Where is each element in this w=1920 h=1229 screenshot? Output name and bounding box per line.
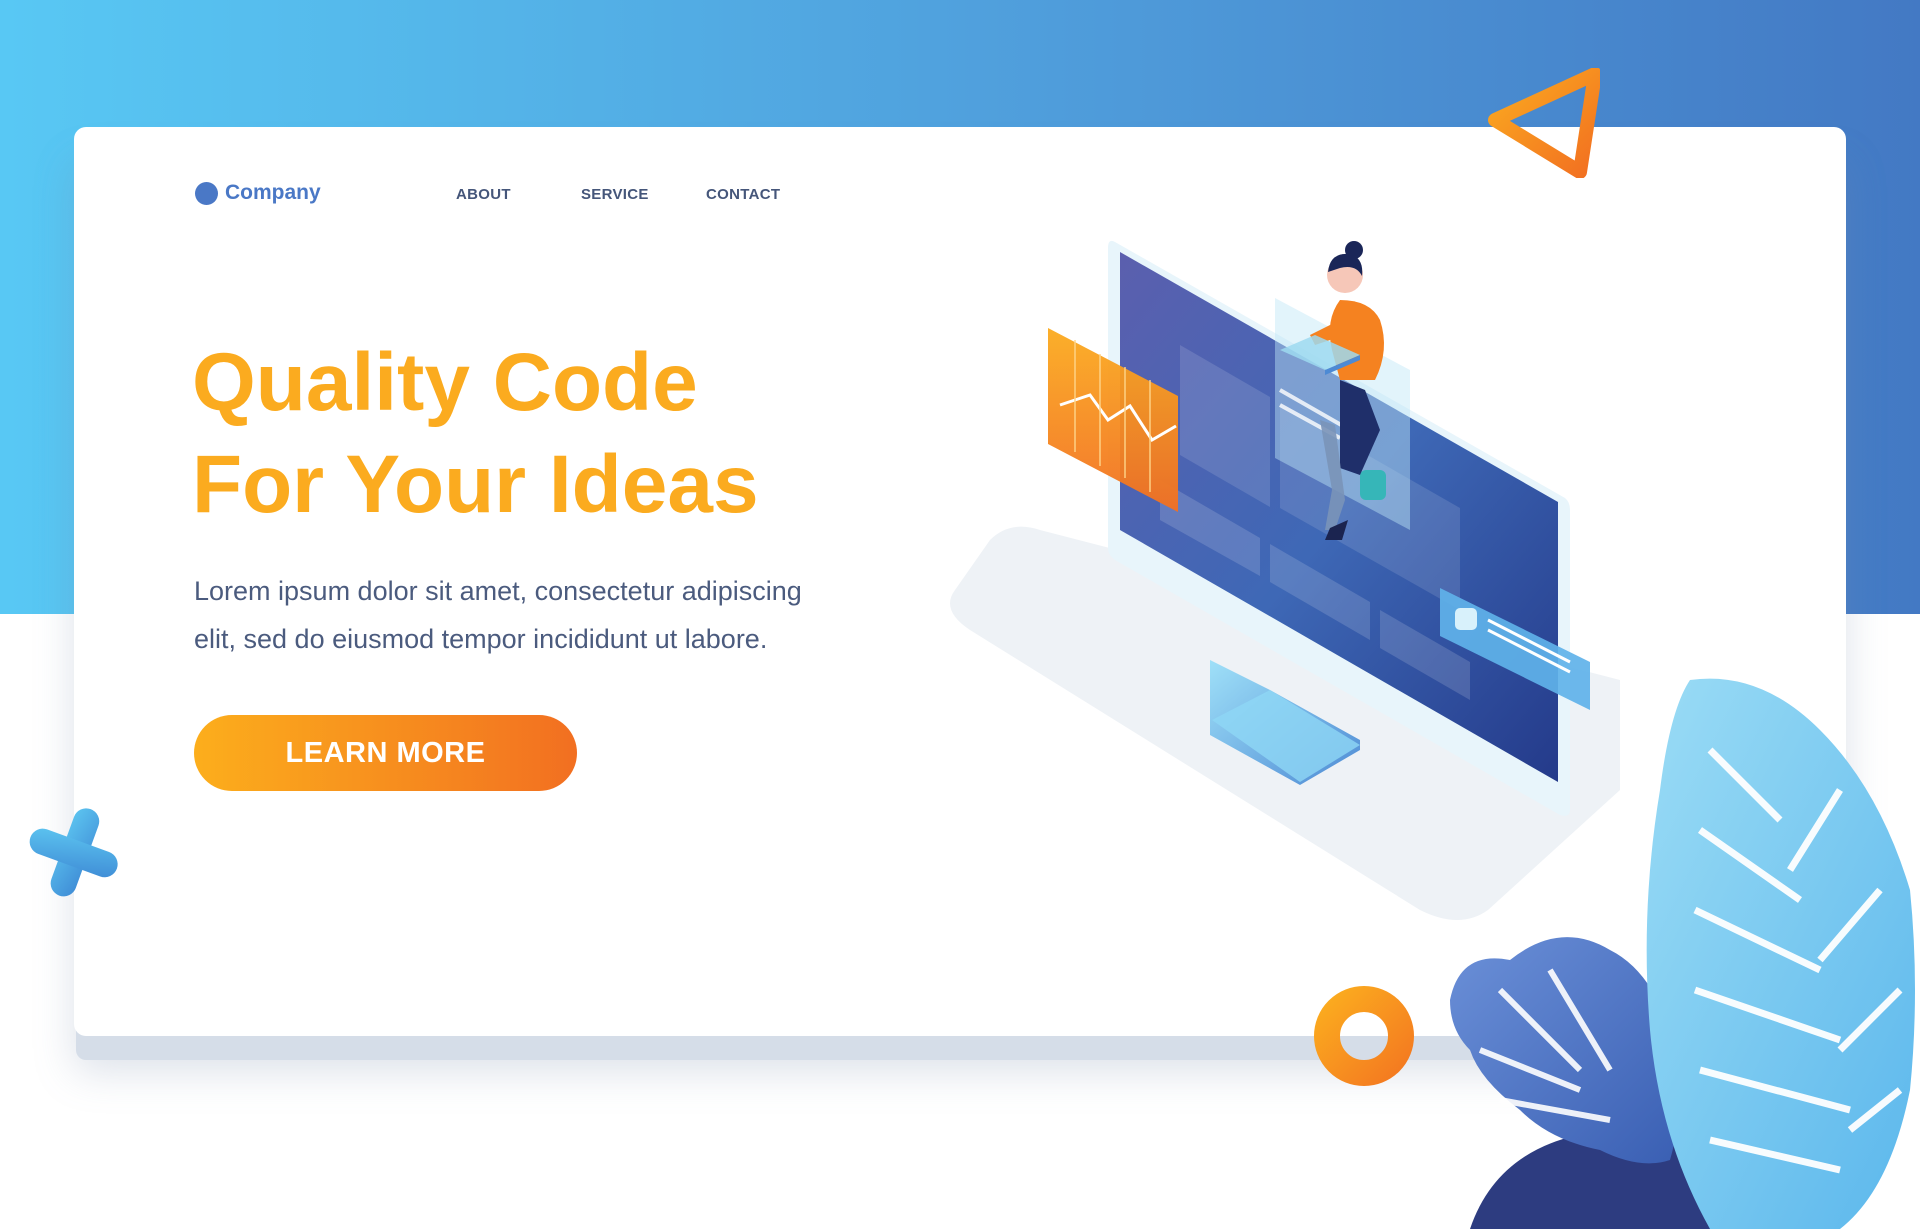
hero-subtitle: Lorem ipsum dolor sit amet, consectetur …	[194, 567, 874, 663]
hero-title-line: Quality Code	[192, 337, 698, 428]
hero-subtitle-line: Lorem ipsum dolor sit amet, consectetur …	[194, 576, 802, 606]
brand-name: Company	[225, 181, 321, 204]
cross-icon	[22, 800, 127, 905]
leaf-icon	[1440, 670, 1920, 1229]
learn-more-button[interactable]: LEARN MORE	[194, 715, 577, 791]
nav-link-about[interactable]: ABOUT	[456, 186, 511, 203]
logo-dot-icon	[195, 181, 218, 205]
nav-link-service[interactable]: SERVICE	[581, 186, 649, 203]
nav-link-contact[interactable]: CONTACT	[706, 186, 780, 203]
hero-subtitle-line: elit, sed do eiusmod tempor incididunt u…	[194, 624, 768, 654]
triangle-icon	[1485, 68, 1600, 178]
brand-logo[interactable]: Company	[195, 181, 321, 205]
hero-title-line: For Your Ideas	[192, 439, 759, 530]
hero-title: Quality Code For Your Ideas	[192, 332, 759, 536]
top-nav: Company	[195, 178, 321, 208]
